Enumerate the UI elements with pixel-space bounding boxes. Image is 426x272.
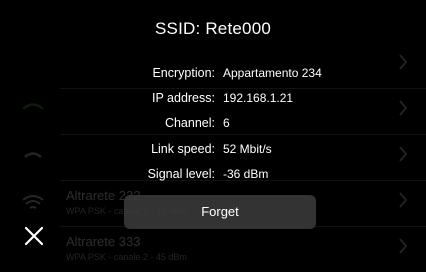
info-value: 6: [223, 116, 230, 130]
info-label: Channel:: [164, 116, 215, 130]
info-value: -36 dBm: [223, 167, 269, 181]
forget-button[interactable]: Forget: [124, 195, 316, 229]
info-label: Link speed:: [151, 142, 215, 156]
info-row-signal-level: Signal level: -36 dBm: [0, 165, 426, 183]
info-value: Appartamento 234: [223, 66, 322, 80]
info-row-link-speed: Link speed: 52 Mbit/s: [0, 140, 426, 158]
info-label: Signal level:: [147, 167, 215, 181]
info-value: 192.168.1.21: [223, 91, 294, 105]
info-row-ip-address: IP address: 192.168.1.21: [0, 89, 426, 107]
info-label: Encryption:: [152, 66, 215, 80]
info-label: IP address:: [151, 91, 215, 105]
network-details-dialog: SSID: Rete000 Encryption: Appartamento 2…: [0, 0, 426, 259]
info-value: 52 Mbit/s: [223, 142, 272, 156]
info-row-channel: Channel: 6: [0, 114, 426, 132]
close-icon[interactable]: [22, 224, 46, 248]
info-row-encryption: Encryption: Appartamento 234: [0, 64, 426, 82]
dialog-title: SSID: Rete000: [155, 19, 271, 38]
